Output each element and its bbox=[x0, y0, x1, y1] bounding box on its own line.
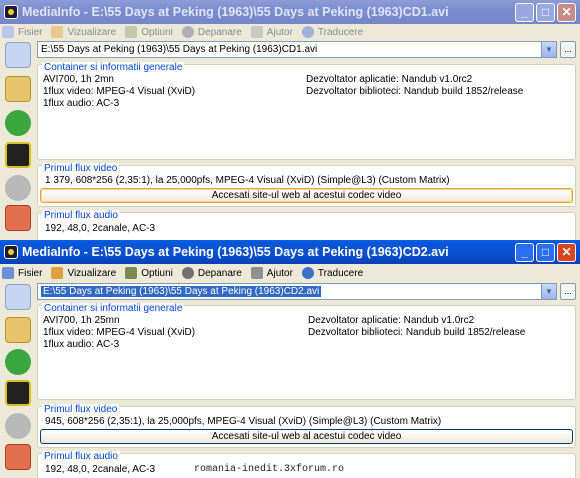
mediainfo-window-cd1: MediaInfo - E:\55 Days at Peking (1963)\… bbox=[0, 0, 580, 240]
open-file-icon[interactable] bbox=[5, 42, 31, 68]
app-icon bbox=[4, 245, 18, 259]
general-info-group: Container si informatii generale AVI700,… bbox=[37, 303, 576, 400]
chevron-down-icon[interactable]: ▼ bbox=[541, 284, 556, 299]
group-title: Primul flux video bbox=[42, 163, 120, 174]
menu-depanare[interactable]: Depanare bbox=[181, 26, 242, 38]
globe-icon bbox=[301, 26, 314, 38]
edit-icon[interactable] bbox=[5, 205, 31, 231]
edit-icon[interactable] bbox=[5, 444, 31, 470]
info-line: 1flux video: MPEG-4 Visual (XviD) bbox=[43, 86, 196, 97]
open-folder-icon[interactable] bbox=[5, 317, 31, 343]
main-panel: E:\55 Days at Peking (1963)\55 Days at P… bbox=[37, 40, 576, 240]
watermark-label: romania-inedit.3xforum.ro bbox=[180, 462, 358, 478]
info-line: Dezvoltator aplicatie: Nandub v1.0rc2 bbox=[308, 315, 475, 326]
info-line: Dezvoltator biblioteci: Nandub build 185… bbox=[306, 86, 524, 97]
group-title: Container si informatii generale bbox=[42, 303, 185, 314]
debug-icon bbox=[181, 267, 194, 279]
path-row: E:\55 Days at Peking (1963)\55 Days at P… bbox=[37, 282, 576, 301]
help-icon bbox=[250, 26, 263, 38]
minimize-button[interactable]: _ bbox=[515, 2, 534, 22]
audio-stream-group: Primul flux audio 192, 48,0, 2canale, AC… bbox=[37, 210, 576, 240]
info-line: 1flux audio: AC-3 bbox=[43, 98, 120, 109]
left-toolbar bbox=[0, 40, 36, 240]
info-line: 192, 48,0, 2canale, AC-3 bbox=[45, 223, 156, 234]
file-path-combo[interactable]: E:\55 Days at Peking (1963)\55 Days at P… bbox=[37, 41, 557, 58]
options-icon bbox=[125, 26, 138, 38]
file-path-combo[interactable]: E:\55 Days at Peking (1963)\55 Days at P… bbox=[37, 283, 557, 300]
group-title: Primul flux audio bbox=[42, 210, 120, 221]
view-icon bbox=[51, 267, 64, 279]
open-file-icon[interactable] bbox=[5, 284, 31, 310]
maximize-button[interactable]: □ bbox=[536, 2, 555, 22]
settings-icon[interactable] bbox=[5, 175, 31, 201]
export-icon[interactable] bbox=[5, 380, 31, 406]
info-line: 1flux audio: AC-3 bbox=[43, 339, 120, 350]
main-panel: E:\55 Days at Peking (1963)\55 Days at P… bbox=[37, 282, 576, 478]
menu-traducere[interactable]: Traducere bbox=[301, 267, 363, 279]
close-button[interactable]: ✕ bbox=[557, 2, 576, 22]
app-icon bbox=[4, 5, 18, 19]
info-line: Dezvoltator aplicatie: Nandub v1.0rc2 bbox=[306, 74, 473, 85]
menu-ajutor[interactable]: Ajutor bbox=[250, 26, 293, 38]
info-line: Dezvoltator biblioteci: Nandub build 185… bbox=[308, 327, 526, 338]
general-info-group: Container si informatii generale AVI700,… bbox=[37, 62, 576, 160]
menu-ajutor[interactable]: Ajutor bbox=[250, 267, 293, 279]
mediainfo-window-cd2: MediaInfo - E:\55 Days at Peking (1963)\… bbox=[0, 240, 580, 478]
help-icon bbox=[250, 267, 263, 279]
menu-optiuni[interactable]: Optiuni bbox=[125, 26, 173, 38]
menu-optiuni[interactable]: Optiuni bbox=[125, 267, 173, 279]
menu-depanare[interactable]: Depanare bbox=[181, 267, 242, 279]
chevron-down-icon[interactable]: ▼ bbox=[541, 42, 556, 57]
window-title: MediaInfo - E:\55 Days at Peking (1963)\… bbox=[22, 5, 449, 19]
browse-button[interactable]: ... bbox=[560, 283, 576, 300]
menu-vizualizare[interactable]: Vizualizare bbox=[51, 26, 116, 38]
close-button[interactable]: ✕ bbox=[557, 242, 576, 262]
browse-button[interactable]: ... bbox=[560, 41, 576, 58]
video-stream-group: Primul flux video 945, 608*256 (2,35:1),… bbox=[37, 404, 576, 448]
next-icon[interactable] bbox=[5, 110, 31, 136]
group-title: Primul flux video bbox=[42, 404, 120, 415]
group-title: Container si informatii generale bbox=[42, 62, 185, 73]
file-icon bbox=[2, 267, 14, 279]
menu-bar: Fisier Vizualizare Optiuni Depanare Ajut… bbox=[0, 264, 580, 282]
options-icon bbox=[125, 267, 138, 279]
title-bar[interactable]: MediaInfo - E:\55 Days at Peking (1963)\… bbox=[0, 0, 580, 24]
globe-icon bbox=[301, 267, 314, 279]
menu-bar: Fisier Vizualizare Optiuni Depanare Ajut… bbox=[0, 24, 580, 40]
export-icon[interactable] bbox=[5, 142, 31, 168]
codec-website-button[interactable]: Accesati site-ul web al acestui codec vi… bbox=[40, 429, 573, 444]
menu-fisier[interactable]: Fisier bbox=[2, 267, 42, 279]
minimize-button[interactable]: _ bbox=[515, 242, 534, 262]
info-line: 192, 48,0, 2canale, AC-3 bbox=[45, 464, 156, 475]
menu-fisier[interactable]: Fisier bbox=[2, 26, 42, 38]
window-title: MediaInfo - E:\55 Days at Peking (1963)\… bbox=[22, 245, 449, 259]
next-icon[interactable] bbox=[5, 349, 31, 375]
title-bar[interactable]: MediaInfo - E:\55 Days at Peking (1963)\… bbox=[0, 240, 580, 264]
view-icon bbox=[51, 26, 64, 38]
menu-vizualizare[interactable]: Vizualizare bbox=[51, 267, 116, 279]
info-line: AVI700, 1h 25mn bbox=[43, 315, 120, 326]
group-title: Primul flux audio bbox=[42, 451, 120, 462]
file-icon bbox=[2, 26, 14, 38]
maximize-button[interactable]: □ bbox=[536, 242, 555, 262]
codec-website-button[interactable]: Accesati site-ul web al acestui codec vi… bbox=[40, 188, 573, 203]
video-stream-group: Primul flux video 1 379, 608*256 (2,35:1… bbox=[37, 163, 576, 207]
info-line: 1flux video: MPEG-4 Visual (XviD) bbox=[43, 327, 196, 338]
info-line: 1 379, 608*256 (2,35:1), la 25,000pfs, M… bbox=[45, 175, 450, 186]
debug-icon bbox=[181, 26, 194, 38]
info-line: 945, 608*256 (2,35:1), la 25,000pfs, MPE… bbox=[45, 416, 442, 427]
info-line: AVI700, 1h 2mn bbox=[43, 74, 114, 85]
settings-icon[interactable] bbox=[5, 413, 31, 439]
open-folder-icon[interactable] bbox=[5, 76, 31, 102]
menu-traducere[interactable]: Traducere bbox=[301, 26, 363, 38]
left-toolbar bbox=[0, 282, 36, 478]
path-row: E:\55 Days at Peking (1963)\55 Days at P… bbox=[37, 40, 576, 59]
